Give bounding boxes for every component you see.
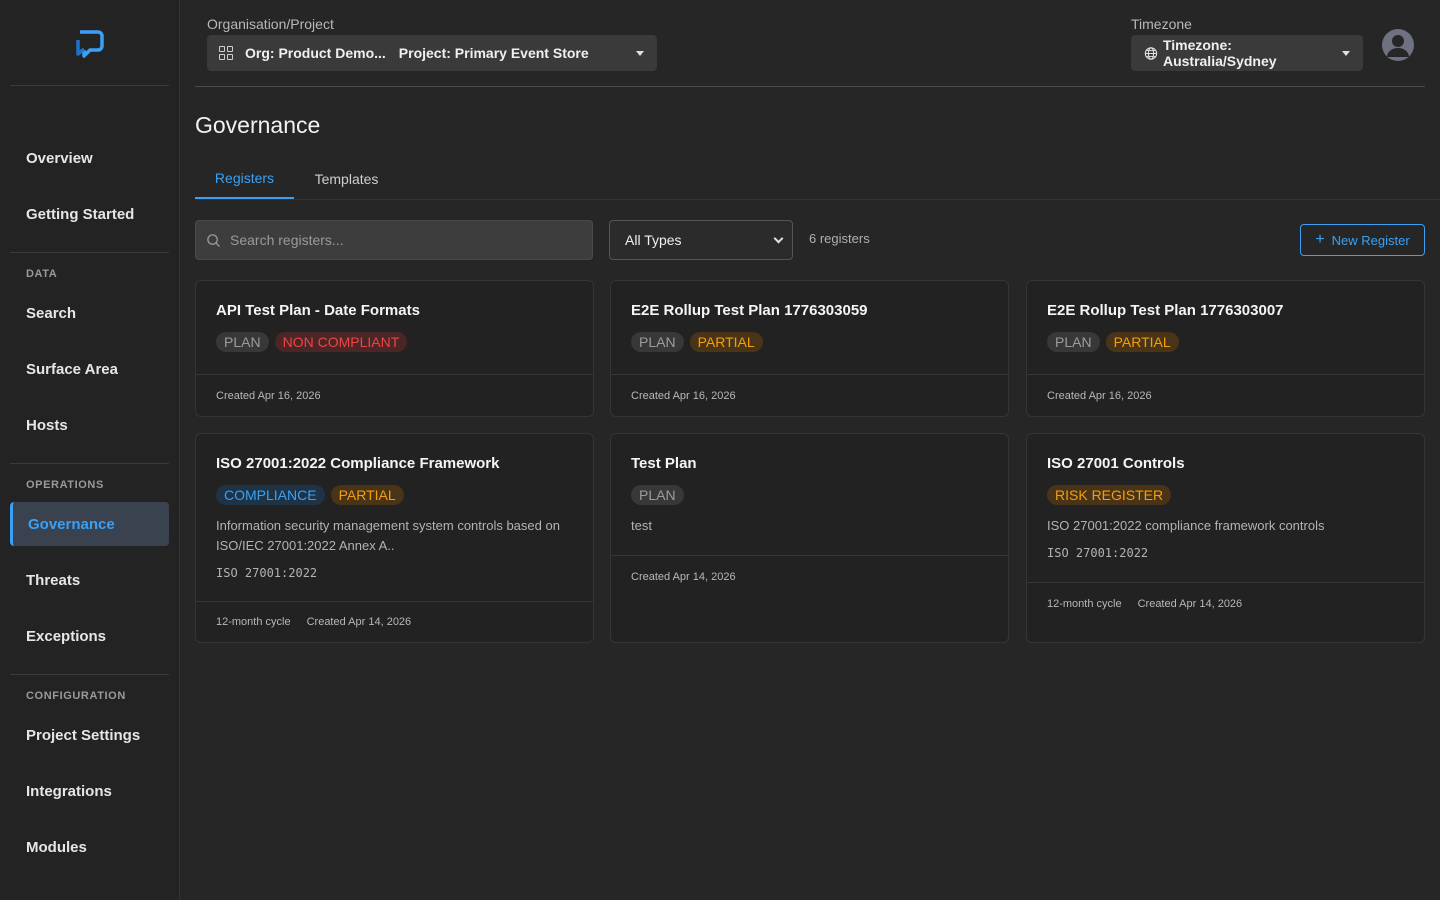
- card-description: test: [631, 518, 652, 533]
- sidebar-item-overview[interactable]: Overview: [10, 136, 169, 180]
- card-badges: RISK REGISTER: [1047, 485, 1172, 505]
- type-badge: RISK REGISTER: [1047, 485, 1172, 505]
- tab-templates[interactable]: Templates: [294, 159, 399, 199]
- status-badge: PARTIAL: [1105, 332, 1179, 352]
- sidebar-item-governance[interactable]: Governance: [10, 502, 169, 546]
- sidebar-section-configuration: CONFIGURATION: [26, 690, 126, 702]
- cycle-label: 12-month cycle: [1047, 597, 1122, 610]
- org-name: Org: Product Demo...: [245, 45, 386, 61]
- plus-icon: +: [1315, 231, 1325, 248]
- type-filter-value: All Types: [625, 232, 682, 248]
- created-date: Created Apr 16, 2026: [1047, 389, 1152, 402]
- created-date: Created Apr 16, 2026: [216, 389, 321, 402]
- card-title: ISO 27001:2022 Compliance Framework: [216, 455, 500, 472]
- sidebar-item-surface-area[interactable]: Surface Area: [10, 347, 169, 391]
- tab-registers[interactable]: Registers: [195, 159, 294, 199]
- created-date: Created Apr 14, 2026: [306, 616, 412, 628]
- timezone-selector[interactable]: Timezone: Australia/Sydney: [1131, 35, 1363, 71]
- chevron-down-icon: [773, 233, 784, 243]
- card-description: Information security management system c…: [216, 518, 560, 553]
- card-badges: PLAN: [631, 485, 684, 505]
- search-icon: [207, 233, 220, 247]
- logo-icon: [75, 29, 104, 58]
- new-register-label: New Register: [1331, 232, 1410, 248]
- card-badges: PLAN PARTIAL: [1047, 332, 1179, 352]
- type-badge: PLAN: [216, 332, 269, 352]
- type-badge: PLAN: [631, 485, 684, 505]
- sidebar-item-getting-started[interactable]: Getting Started: [10, 192, 169, 236]
- type-badge: COMPLIANCE: [216, 485, 325, 505]
- globe-icon: [1144, 46, 1158, 60]
- type-badge: PLAN: [631, 332, 684, 352]
- status-badge: PARTIAL: [689, 332, 763, 352]
- caret-down-icon: [1342, 50, 1350, 56]
- card-footer: Created Apr 16, 2026: [196, 374, 593, 416]
- sidebar-item-threats[interactable]: Threats: [10, 558, 169, 602]
- card-title: Test Plan: [631, 455, 697, 472]
- created-date: Created Apr 14, 2026: [1137, 597, 1243, 610]
- card-title: ISO 27001 Controls: [1047, 455, 1185, 472]
- register-card[interactable]: E2E Rollup Test Plan 1776303059 PLAN PAR…: [610, 280, 1009, 417]
- card-description: ISO 27001:2022 compliance framework cont…: [1047, 518, 1325, 533]
- sidebar-item-exceptions[interactable]: Exceptions: [10, 614, 169, 658]
- created-date: Created Apr 14, 2026: [631, 570, 736, 583]
- search-box: [195, 220, 593, 260]
- register-card[interactable]: E2E Rollup Test Plan 1776303007 PLAN PAR…: [1026, 280, 1425, 417]
- project-name: Project: Primary Event Store: [398, 45, 589, 61]
- created-date: Created Apr 16, 2026: [631, 389, 736, 402]
- card-title: API Test Plan - Date Formats: [216, 302, 420, 319]
- card-standard: ISO 27001:2022: [216, 566, 318, 580]
- sidebar-divider: [10, 463, 169, 464]
- sidebar-section-operations: OPERATIONS: [26, 479, 104, 491]
- user-avatar-icon[interactable]: [1382, 29, 1414, 61]
- register-card[interactable]: ISO 27001 Controls RISK REGISTER ISO 270…: [1026, 433, 1425, 643]
- type-filter-select[interactable]: All Types: [609, 220, 793, 260]
- register-card[interactable]: API Test Plan - Date Formats PLAN NON CO…: [195, 280, 594, 417]
- type-badge: PLAN: [1047, 332, 1100, 352]
- card-title: E2E Rollup Test Plan 1776303007: [1047, 302, 1284, 319]
- search-input[interactable]: [230, 232, 570, 248]
- header-divider: [195, 86, 1425, 87]
- sidebar-divider: [10, 674, 169, 675]
- card-footer: Created Apr 14, 2026: [611, 555, 1008, 597]
- caret-down-icon: [636, 50, 644, 56]
- card-title: E2E Rollup Test Plan 1776303059: [631, 302, 868, 319]
- sidebar-item-project-settings[interactable]: Project Settings: [10, 713, 169, 757]
- status-badge: NON COMPLIANT: [274, 332, 408, 352]
- new-register-button[interactable]: + New Register: [1300, 224, 1425, 256]
- card-footer: 12-month cycle Created Apr 14, 2026: [196, 601, 593, 642]
- sidebar-item-integrations[interactable]: Integrations: [10, 769, 169, 813]
- timezone-value: Timezone: Australia/Sydney: [1162, 37, 1277, 69]
- timezone-label: Timezone: [1131, 16, 1192, 32]
- card-badges: COMPLIANCE PARTIAL: [216, 485, 404, 505]
- sidebar-divider: [10, 252, 169, 253]
- sidebar-section-data: DATA: [26, 268, 58, 280]
- sidebar: Overview Getting Started DATA Search Sur…: [0, 0, 180, 900]
- register-card[interactable]: Test Plan PLAN test Created Apr 14, 2026: [610, 433, 1009, 643]
- status-badge: PARTIAL: [330, 485, 404, 505]
- logo[interactable]: [10, 0, 169, 86]
- register-card[interactable]: ISO 27001:2022 Compliance Framework COMP…: [195, 433, 594, 643]
- org-project-selector[interactable]: Org: Product Demo... Project: Primary Ev…: [207, 35, 657, 71]
- page-title: Governance: [195, 112, 321, 138]
- card-footer: Created Apr 16, 2026: [611, 374, 1008, 416]
- card-badges: PLAN NON COMPLIANT: [216, 332, 408, 352]
- card-standard: ISO 27001:2022: [1047, 546, 1149, 560]
- register-count: 6 registers: [809, 231, 870, 246]
- card-footer: Created Apr 16, 2026: [1027, 374, 1424, 416]
- org-project-label: Organisation/Project: [207, 16, 334, 32]
- sidebar-item-modules[interactable]: Modules: [10, 825, 169, 869]
- sidebar-item-search[interactable]: Search: [10, 291, 169, 335]
- tab-bar: Registers Templates: [195, 159, 1440, 200]
- card-footer: 12-month cycle Created Apr 14, 2026: [1027, 582, 1424, 624]
- grid-icon: [219, 46, 233, 60]
- sidebar-item-hosts[interactable]: Hosts: [10, 403, 169, 447]
- card-badges: PLAN PARTIAL: [631, 332, 763, 352]
- cycle-label: 12-month cycle: [216, 616, 291, 628]
